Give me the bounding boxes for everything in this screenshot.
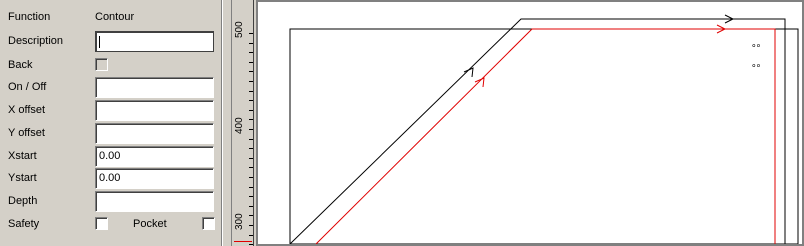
ruler-label-500: 500 [234, 21, 245, 38]
back-checkbox[interactable] [95, 58, 108, 71]
marker-glyph-2: ∘∘ [751, 60, 761, 70]
property-panel: Function Contour Description Back On / O… [0, 0, 222, 246]
xstart-label: Xstart [8, 150, 37, 162]
text-caret [99, 36, 100, 48]
safety-label: Safety [8, 218, 40, 230]
vertical-ruler: 500 400 300 [232, 0, 254, 246]
xstart-input[interactable]: 0.00 [95, 146, 214, 167]
pocket-label: Pocket [133, 218, 167, 230]
drawing-svg [289, 14, 799, 244]
x-offset-input[interactable] [95, 100, 214, 121]
depth-label: Depth [8, 195, 38, 207]
work-area [289, 28, 799, 244]
safety-row: Safety Pocket [0, 213, 222, 235]
depth-input[interactable] [95, 191, 214, 212]
description-input[interactable] [95, 31, 214, 52]
ystart-input[interactable]: 0.00 [95, 168, 214, 189]
xstart-row: Xstart 0.00 [0, 145, 222, 167]
toolpath-line [289, 18, 786, 244]
on-off-label: On / Off [8, 81, 47, 93]
y-offset-input[interactable] [95, 123, 214, 144]
x-offset-label: X offset [8, 104, 46, 116]
ruler-label-400: 400 [234, 117, 245, 134]
ruler-label-300: 300 [234, 213, 245, 230]
marker-glyph-1: ∘∘ [751, 40, 761, 50]
drawing-canvas[interactable]: ∘∘ ∘∘ [256, 0, 804, 246]
y-offset-row: Y offset [0, 122, 222, 144]
description-label: Description [8, 35, 64, 47]
x-offset-row: X offset [0, 99, 222, 121]
contour-arrow-diagonal [474, 77, 485, 88]
contour-line [315, 28, 776, 244]
description-row: Description [0, 30, 222, 52]
on-off-row: On / Off [0, 76, 222, 98]
depth-row: Depth [0, 190, 222, 212]
safety-checkbox[interactable] [95, 217, 108, 230]
back-row: Back [0, 54, 222, 76]
back-label: Back [8, 59, 33, 71]
function-value: Contour [95, 11, 135, 23]
ystart-row: Ystart 0.00 [0, 167, 222, 189]
ystart-label: Ystart [8, 172, 37, 184]
y-offset-label: Y offset [8, 127, 45, 139]
function-label: Function [8, 11, 51, 23]
ruler-position-marker [234, 241, 252, 242]
function-row: Function Contour [0, 6, 222, 28]
pocket-checkbox[interactable] [202, 217, 215, 230]
toolpath-arrow-diagonal [463, 67, 474, 78]
on-off-input[interactable] [95, 77, 214, 98]
panel-splitter[interactable] [222, 0, 232, 246]
